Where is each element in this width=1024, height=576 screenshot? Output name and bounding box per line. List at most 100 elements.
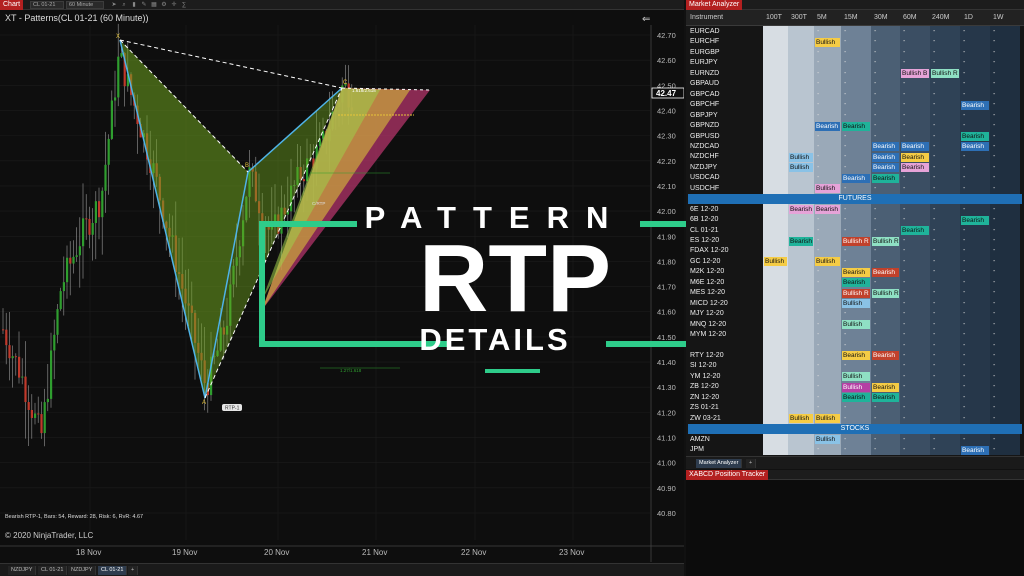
signal-cell[interactable]: Bullish [789, 414, 813, 424]
signal-cell[interactable]: Bullish [842, 320, 870, 330]
instrument-name[interactable]: MYM 12-20 [690, 330, 726, 340]
signal-cell[interactable]: Bullish R [842, 236, 870, 246]
col-60m[interactable]: 60M [903, 14, 917, 21]
instrument-name[interactable]: EURGBP [690, 48, 720, 58]
signal-cell[interactable]: Bullish B [901, 69, 929, 79]
instrument-name[interactable]: ZB 12-20 [690, 382, 719, 392]
instrument-name[interactable]: EURJPY [690, 58, 718, 68]
signal-cell[interactable]: Bullish [815, 257, 840, 267]
col-240m[interactable]: 240M [932, 14, 950, 21]
signal-cell[interactable]: Bearish [961, 142, 989, 152]
col-instrument[interactable]: Instrument [690, 14, 723, 21]
signal-cell[interactable]: Bullish R [931, 69, 959, 79]
signal-cell[interactable]: Bearish [872, 351, 899, 361]
signal-cell[interactable]: Bearish [842, 278, 870, 288]
instrument-name[interactable]: MICD 12-20 [690, 299, 728, 309]
instrument-name[interactable]: NZDJPY [690, 163, 717, 173]
analyzer-add-tab-button[interactable]: + [746, 459, 757, 468]
instrument-name[interactable]: GC 12-20 [690, 257, 720, 267]
col-1d[interactable]: 1D [964, 14, 973, 21]
col-30m[interactable]: 30M [874, 14, 888, 21]
instrument-name[interactable]: AMZN [690, 435, 710, 445]
instrument-name[interactable]: ES 12-20 [690, 236, 719, 246]
signal-cell[interactable]: Bearish [842, 173, 870, 183]
col-15m[interactable]: 15M [844, 14, 858, 21]
signal-cell[interactable]: Bullish [842, 372, 870, 382]
instrument-name[interactable]: EURNZD [690, 69, 719, 79]
instrument-name[interactable]: GBPCAD [690, 90, 720, 100]
instrument-name[interactable]: NZDCAD [690, 142, 719, 152]
instrument-name[interactable]: GBPJPY [690, 111, 718, 121]
signal-cell[interactable]: Bearish [872, 393, 899, 403]
col-100t[interactable]: 100T [766, 14, 782, 21]
col-300t[interactable]: 300T [791, 14, 807, 21]
signal-cell[interactable]: Bearish [872, 163, 899, 173]
signal-cell[interactable]: Bearish [901, 226, 929, 236]
signal-cell[interactable]: Bearish [789, 236, 813, 246]
instrument-name[interactable]: EURCHF [690, 37, 719, 47]
instrument-name[interactable]: SI 12-20 [690, 361, 716, 371]
instrument-name[interactable]: GBPUSD [690, 132, 720, 142]
empty-cell-dash: - [993, 205, 996, 213]
instrument-name[interactable]: CL 01-21 [690, 226, 719, 236]
signal-cell[interactable]: Bullish [815, 435, 840, 445]
col-1w[interactable]: 1W [993, 14, 1004, 21]
instrument-name[interactable]: JPM [690, 445, 704, 455]
instrument-name[interactable]: FDAX 12-20 [690, 246, 729, 256]
signal-cell[interactable]: Bullish [842, 382, 870, 392]
instrument-name[interactable]: RTY 12-20 [690, 351, 724, 361]
empty-cell-dash: - [844, 90, 847, 98]
signal-cell[interactable]: Bearish [842, 393, 870, 403]
instrument-name[interactable]: ZW 03-21 [690, 414, 721, 424]
instrument-name[interactable]: ZN 12-20 [690, 393, 719, 403]
signal-cell[interactable]: Bearish [872, 382, 899, 392]
instrument-name[interactable]: ZS 01-21 [690, 403, 719, 413]
instrument-name[interactable]: EURCAD [690, 27, 720, 37]
instrument-name[interactable]: 6E 12-20 [690, 205, 718, 215]
signal-cell[interactable]: Bearish [961, 215, 989, 225]
analyzer-tab[interactable]: Market Analyzer [696, 459, 743, 468]
signal-cell[interactable]: Bearish [842, 121, 870, 131]
signal-cell[interactable]: Bearish [872, 142, 899, 152]
signal-cell[interactable]: Bearish [842, 267, 870, 277]
signal-cell[interactable]: Bearish [961, 100, 989, 110]
empty-cell-dash: - [874, 299, 877, 307]
instrument-name[interactable]: MES 12-20 [690, 288, 725, 298]
signal-cell[interactable]: Bullish R [842, 288, 870, 298]
signal-cell[interactable]: Bullish [764, 257, 787, 267]
signal-cell[interactable]: Bullish [789, 163, 813, 173]
signal-cell[interactable]: Bearish [901, 163, 929, 173]
signal-cell[interactable]: Bullish [815, 414, 840, 424]
signal-cell[interactable]: Bearish [815, 121, 840, 131]
signal-cell[interactable]: Bearish [901, 142, 929, 152]
signal-cell[interactable]: Bearish [872, 173, 899, 183]
signal-cell[interactable]: Bullish [815, 37, 840, 47]
signal-cell[interactable]: Bullish [789, 152, 813, 162]
signal-cell[interactable]: Bullish [842, 299, 870, 309]
signal-cell[interactable]: Bearish [842, 351, 870, 361]
instrument-name[interactable]: MJY 12-20 [690, 309, 724, 319]
col-5m[interactable]: 5M [817, 14, 827, 21]
instrument-name[interactable]: M2K 12-20 [690, 267, 724, 277]
signal-cell[interactable]: Bearish [872, 152, 899, 162]
signal-cell[interactable]: Bullish R [872, 236, 899, 246]
instrument-name[interactable]: GBPNZD [690, 121, 719, 131]
instrument-name[interactable]: USDCAD [690, 173, 720, 183]
signal-cell[interactable]: Bearish [815, 205, 840, 215]
signal-cell[interactable]: Bearish [872, 267, 899, 277]
instrument-name[interactable]: M6E 12-20 [690, 278, 724, 288]
instrument-name[interactable]: NZDCHF [690, 152, 719, 162]
signal-cell[interactable]: Bullish [815, 184, 840, 194]
instrument-name[interactable]: 6B 12-20 [690, 215, 718, 225]
instrument-name[interactable]: MNQ 12-20 [690, 320, 726, 330]
empty-cell-dash: - [993, 341, 996, 349]
signal-cell[interactable]: Bearish [789, 205, 813, 215]
instrument-name[interactable]: USDCHF [690, 184, 719, 194]
instrument-name[interactable]: YM 12-20 [690, 372, 720, 382]
instrument-name[interactable]: GBPCHF [690, 100, 719, 110]
signal-cell[interactable]: Bearish [961, 445, 989, 455]
signal-cell[interactable]: Bullish R [872, 288, 899, 298]
instrument-name[interactable]: GBPAUD [690, 79, 719, 89]
signal-cell[interactable]: Bearish [961, 132, 989, 141]
signal-cell[interactable]: Bearish [901, 152, 929, 162]
